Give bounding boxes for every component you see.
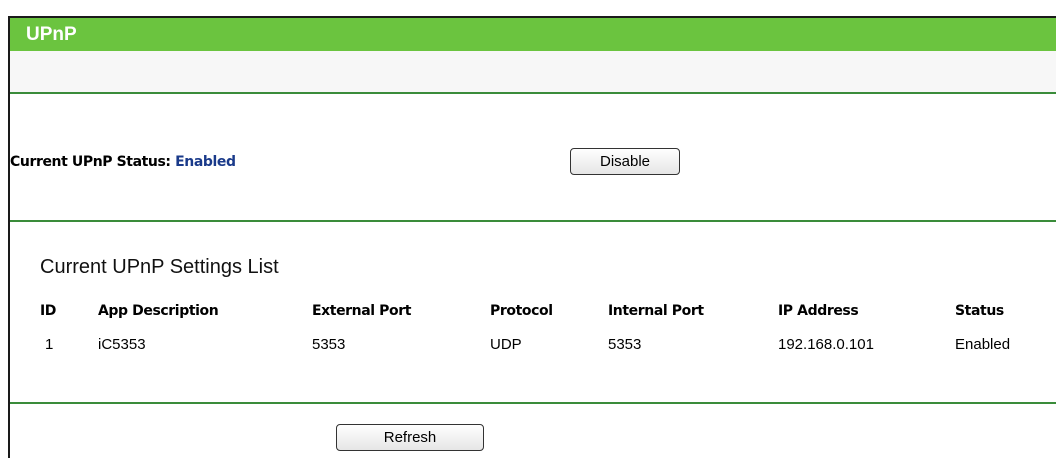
page-title: UPnP (10, 18, 1056, 51)
column-header: IP Address (778, 303, 859, 319)
cell-id: 1 (45, 335, 54, 353)
cell-internal-port: 5353 (608, 335, 642, 353)
cell-status: Enabled (955, 335, 1011, 353)
upnp-status-label: Current UPnP Status: (10, 154, 171, 170)
cell-ip-address: 192.168.0.101 (778, 335, 874, 353)
settings-list-title: Current UPnP Settings List (40, 256, 279, 278)
column-header: External Port (312, 303, 412, 319)
divider-top (10, 92, 1056, 94)
refresh-button[interactable]: Refresh (336, 424, 484, 451)
table-row: 1 iC5353 5353 UDP 5353 192.168.0.101 Ena… (40, 326, 1045, 362)
divider-middle (10, 220, 1056, 222)
cell-protocol: UDP (490, 335, 522, 353)
cell-app-description: iC5353 (98, 335, 146, 353)
cell-external-port: 5353 (312, 335, 346, 353)
header-subbar (10, 51, 1056, 94)
column-header: Internal Port (608, 303, 704, 319)
divider-bottom (10, 402, 1056, 404)
table-header-row: ID App Description External Port Protoco… (40, 296, 1045, 326)
column-header: Status (955, 303, 1004, 319)
column-header: Protocol (490, 303, 553, 319)
upnp-settings-table: ID App Description External Port Protoco… (40, 296, 1045, 362)
disable-button[interactable]: Disable (570, 148, 680, 175)
column-header: ID (40, 303, 57, 319)
upnp-panel: UPnP Current UPnP Status: Enabled Disabl… (8, 16, 1056, 458)
column-header: App Description (98, 303, 219, 319)
upnp-status-row: Current UPnP Status: Enabled (10, 154, 236, 170)
upnp-status-value: Enabled (175, 154, 236, 170)
